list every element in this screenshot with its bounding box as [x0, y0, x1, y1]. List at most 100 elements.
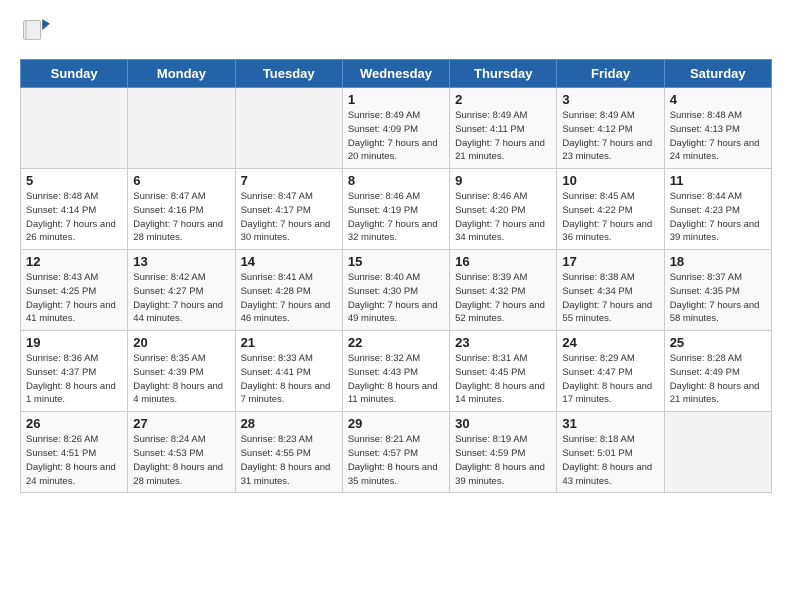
day-number: 10 [562, 173, 658, 188]
day-info: Sunrise: 8:46 AM Sunset: 4:19 PM Dayligh… [348, 190, 444, 245]
day-info: Sunrise: 8:26 AM Sunset: 4:51 PM Dayligh… [26, 433, 122, 488]
day-info: Sunrise: 8:42 AM Sunset: 4:27 PM Dayligh… [133, 271, 229, 326]
header [20, 16, 772, 49]
day-number: 22 [348, 335, 444, 350]
day-info: Sunrise: 8:45 AM Sunset: 4:22 PM Dayligh… [562, 190, 658, 245]
day-cell: 10 Sunrise: 8:45 AM Sunset: 4:22 PM Dayli… [557, 169, 664, 250]
day-number: 23 [455, 335, 551, 350]
day-number: 2 [455, 92, 551, 107]
day-info: Sunrise: 8:49 AM Sunset: 4:09 PM Dayligh… [348, 109, 444, 164]
day-number: 27 [133, 416, 229, 431]
day-cell: 7Sunrise: 8:47 AM Sunset: 4:17 PM Daylig… [235, 169, 342, 250]
day-number: 18 [670, 254, 766, 269]
day-info: Sunrise: 8:48 AM Sunset: 4:14 PM Dayligh… [26, 190, 122, 245]
day-info: Sunrise: 8:35 AM Sunset: 4:39 PM Dayligh… [133, 352, 229, 407]
day-cell: 17 Sunrise: 8:38 AM Sunset: 4:34 PM Dayli… [557, 250, 664, 331]
day-info: Sunrise: 8:24 AM Sunset: 4:53 PM Dayligh… [133, 433, 229, 488]
day-info: Sunrise: 8:38 AM Sunset: 4:34 PM Dayligh… [562, 271, 658, 326]
day-cell: 24 Sunrise: 8:29 AM Sunset: 4:47 PM Dayli… [557, 331, 664, 412]
day-info: Sunrise: 8:44 AM Sunset: 4:23 PM Dayligh… [670, 190, 766, 245]
day-number: 24 [562, 335, 658, 350]
day-cell: 16 Sunrise: 8:39 AM Sunset: 4:32 PM Dayli… [450, 250, 557, 331]
day-info: Sunrise: 8:29 AM Sunset: 4:47 PM Dayligh… [562, 352, 658, 407]
day-number: 8 [348, 173, 444, 188]
day-cell: 11 Sunrise: 8:44 AM Sunset: 4:23 PM Dayli… [664, 169, 771, 250]
day-number: 14 [241, 254, 337, 269]
week-row-2: 5 Sunrise: 8:48 AM Sunset: 4:14 PM Daylig… [21, 169, 772, 250]
day-cell [128, 88, 235, 169]
week-row-3: 12 Sunrise: 8:43 AM Sunset: 4:25 PM Dayli… [21, 250, 772, 331]
day-number: 15 [348, 254, 444, 269]
day-info: Sunrise: 8:21 AM Sunset: 4:57 PM Dayligh… [348, 433, 444, 488]
day-info: Sunrise: 8:49 AM Sunset: 4:11 PM Dayligh… [455, 109, 551, 164]
day-number: 20 [133, 335, 229, 350]
day-cell: 31 Sunrise: 8:18 AM Sunset: 5:01 PM Dayli… [557, 412, 664, 493]
day-info: Sunrise: 8:43 AM Sunset: 4:25 PM Dayligh… [26, 271, 122, 326]
day-cell: 23 Sunrise: 8:31 AM Sunset: 4:45 PM Dayli… [450, 331, 557, 412]
day-cell: 3Sunrise: 8:49 AM Sunset: 4:12 PM Daylig… [557, 88, 664, 169]
weekday-header-row: SundayMondayTuesdayWednesdayThursdayFrid… [21, 60, 772, 88]
day-cell: 9 Sunrise: 8:46 AM Sunset: 4:20 PM Daylig… [450, 169, 557, 250]
day-number: 19 [26, 335, 122, 350]
day-cell: 25 Sunrise: 8:28 AM Sunset: 4:49 PM Dayli… [664, 331, 771, 412]
day-cell: 2 Sunrise: 8:49 AM Sunset: 4:11 PM Daylig… [450, 88, 557, 169]
day-number: 16 [455, 254, 551, 269]
day-cell: 15 Sunrise: 8:40 AM Sunset: 4:30 PM Dayli… [342, 250, 449, 331]
day-number: 12 [26, 254, 122, 269]
day-cell: 4Sunrise: 8:48 AM Sunset: 4:13 PM Daylig… [664, 88, 771, 169]
day-cell: 6Sunrise: 8:47 AM Sunset: 4:16 PM Daylig… [128, 169, 235, 250]
week-row-1: 1 Sunrise: 8:49 AM Sunset: 4:09 PM Daylig… [21, 88, 772, 169]
day-info: Sunrise: 8:28 AM Sunset: 4:49 PM Dayligh… [670, 352, 766, 407]
day-info: Sunrise: 8:19 AM Sunset: 4:59 PM Dayligh… [455, 433, 551, 488]
day-info: Sunrise: 8:46 AM Sunset: 4:20 PM Dayligh… [455, 190, 551, 245]
day-info: Sunrise: 8:41 AM Sunset: 4:28 PM Dayligh… [241, 271, 337, 326]
day-cell: 22Sunrise: 8:32 AM Sunset: 4:43 PM Dayli… [342, 331, 449, 412]
day-number: 17 [562, 254, 658, 269]
weekday-header-friday: Friday [557, 60, 664, 88]
day-cell: 30 Sunrise: 8:19 AM Sunset: 4:59 PM Dayli… [450, 412, 557, 493]
day-info: Sunrise: 8:40 AM Sunset: 4:30 PM Dayligh… [348, 271, 444, 326]
week-row-4: 19 Sunrise: 8:36 AM Sunset: 4:37 PM Dayli… [21, 331, 772, 412]
weekday-header-tuesday: Tuesday [235, 60, 342, 88]
day-info: Sunrise: 8:39 AM Sunset: 4:32 PM Dayligh… [455, 271, 551, 326]
day-number: 9 [455, 173, 551, 188]
weekday-header-wednesday: Wednesday [342, 60, 449, 88]
day-info: Sunrise: 8:33 AM Sunset: 4:41 PM Dayligh… [241, 352, 337, 407]
day-cell: 12 Sunrise: 8:43 AM Sunset: 4:25 PM Dayli… [21, 250, 128, 331]
weekday-header-thursday: Thursday [450, 60, 557, 88]
day-number: 28 [241, 416, 337, 431]
page: SundayMondayTuesdayWednesdayThursdayFrid… [0, 0, 792, 509]
day-cell: 1 Sunrise: 8:49 AM Sunset: 4:09 PM Daylig… [342, 88, 449, 169]
day-number: 31 [562, 416, 658, 431]
weekday-header-monday: Monday [128, 60, 235, 88]
day-cell: 21Sunrise: 8:33 AM Sunset: 4:41 PM Dayli… [235, 331, 342, 412]
day-cell: 26Sunrise: 8:26 AM Sunset: 4:51 PM Dayli… [21, 412, 128, 493]
day-number: 3 [562, 92, 658, 107]
day-info: Sunrise: 8:18 AM Sunset: 5:01 PM Dayligh… [562, 433, 658, 488]
day-number: 1 [348, 92, 444, 107]
day-cell: 14 Sunrise: 8:41 AM Sunset: 4:28 PM Dayli… [235, 250, 342, 331]
day-info: Sunrise: 8:37 AM Sunset: 4:35 PM Dayligh… [670, 271, 766, 326]
day-info: Sunrise: 8:47 AM Sunset: 4:16 PM Dayligh… [133, 190, 229, 245]
day-cell [664, 412, 771, 493]
day-info: Sunrise: 8:31 AM Sunset: 4:45 PM Dayligh… [455, 352, 551, 407]
day-number: 30 [455, 416, 551, 431]
day-cell: 13Sunrise: 8:42 AM Sunset: 4:27 PM Dayli… [128, 250, 235, 331]
day-cell: 19 Sunrise: 8:36 AM Sunset: 4:37 PM Dayli… [21, 331, 128, 412]
logo [20, 16, 50, 49]
day-cell: 29 Sunrise: 8:21 AM Sunset: 4:57 PM Dayli… [342, 412, 449, 493]
day-number: 29 [348, 416, 444, 431]
day-number: 11 [670, 173, 766, 188]
day-info: Sunrise: 8:48 AM Sunset: 4:13 PM Dayligh… [670, 109, 766, 164]
day-cell: 28Sunrise: 8:23 AM Sunset: 4:55 PM Dayli… [235, 412, 342, 493]
day-cell: 20 Sunrise: 8:35 AM Sunset: 4:39 PM Dayli… [128, 331, 235, 412]
weekday-header-saturday: Saturday [664, 60, 771, 88]
logo-icon [22, 16, 50, 44]
day-number: 5 [26, 173, 122, 188]
day-cell: 27 Sunrise: 8:24 AM Sunset: 4:53 PM Dayli… [128, 412, 235, 493]
day-info: Sunrise: 8:47 AM Sunset: 4:17 PM Dayligh… [241, 190, 337, 245]
day-cell [235, 88, 342, 169]
day-info: Sunrise: 8:36 AM Sunset: 4:37 PM Dayligh… [26, 352, 122, 407]
day-number: 25 [670, 335, 766, 350]
weekday-header-sunday: Sunday [21, 60, 128, 88]
